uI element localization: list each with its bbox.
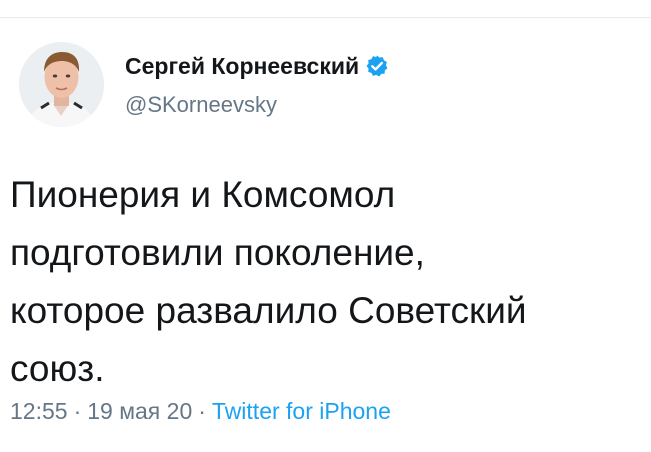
meta-separator: · bbox=[198, 398, 206, 424]
tweet-text: Пионерия и Комсомол подготовили поколени… bbox=[10, 166, 640, 398]
tweet-text-line: Пионерия и Комсомол bbox=[10, 174, 396, 215]
meta-separator: · bbox=[73, 398, 82, 424]
author-handle[interactable]: @SKorneevsky bbox=[125, 91, 277, 119]
author-display-name[interactable]: Сергей Корнеевский bbox=[125, 51, 359, 81]
tweet-text-line: подготовили поколение, bbox=[10, 232, 425, 273]
top-divider bbox=[0, 17, 651, 18]
avatar-photo-icon bbox=[19, 42, 104, 127]
verified-badge-icon bbox=[366, 55, 388, 77]
tweet-text-line: которое развалило Советский bbox=[10, 290, 527, 331]
tweet-text-line: союз. bbox=[10, 348, 105, 389]
author-name-row[interactable]: Сергей Корнеевский bbox=[125, 51, 389, 81]
tweet-metadata: 12:55 · 19 мая 20 · Twitter for iPhone bbox=[10, 396, 391, 426]
tweet-time[interactable]: 12:55 bbox=[10, 398, 68, 424]
tweet-date[interactable]: 19 мая 20 bbox=[87, 398, 192, 424]
user-avatar[interactable] bbox=[19, 42, 104, 127]
tweet-source-link[interactable]: Twitter for iPhone bbox=[212, 398, 391, 424]
